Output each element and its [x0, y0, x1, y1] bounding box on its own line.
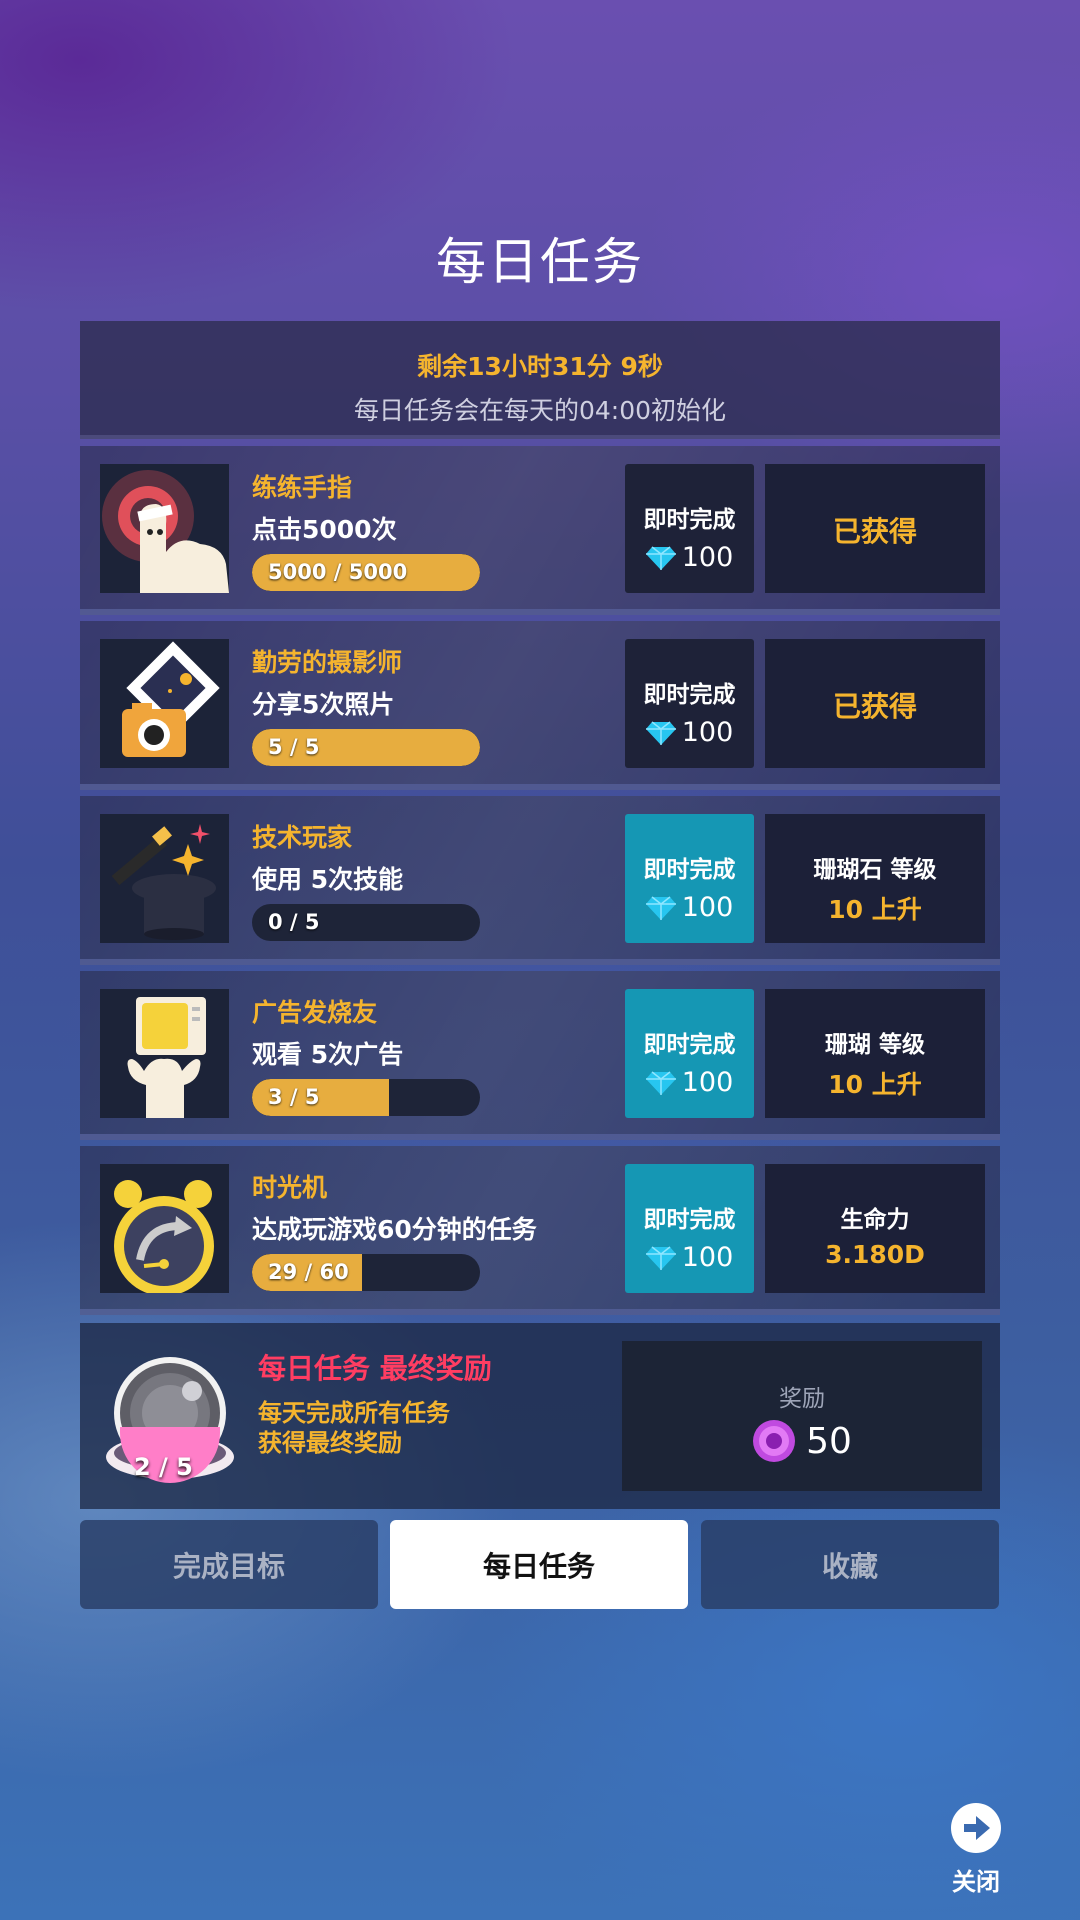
progress-text: 3 / 5: [268, 1085, 320, 1109]
progress-bar: 29 / 60: [252, 1254, 480, 1291]
final-reward-desc: 获得最终奖励: [258, 1429, 402, 1457]
progress-text: 5000 / 5000: [268, 560, 408, 584]
diamond-icon: [645, 1070, 676, 1096]
task-row: 广告发烧友 观看 5次广告 3 / 5 即时完成 100 珊瑚 等级 10 上升: [80, 971, 1000, 1140]
tv-watch-icon: [100, 989, 229, 1118]
instant-complete-button[interactable]: 即时完成 100: [625, 464, 754, 593]
instant-cost: 100: [681, 542, 734, 573]
task-name: 练练手指: [252, 473, 353, 502]
task-desc: 点击5000次: [252, 515, 397, 544]
instant-cost: 100: [681, 1067, 734, 1098]
finger-tap-icon: [100, 464, 229, 593]
task-row: 勤劳的摄影师 分享5次照片 5 / 5 即时完成 100 已获得: [80, 621, 1000, 790]
task-desc: 达成玩游戏60分钟的任务: [252, 1215, 537, 1244]
diamond-icon: [645, 720, 676, 746]
instant-cost: 100: [681, 892, 734, 923]
instant-label: 即时完成: [643, 682, 736, 708]
final-reward-amount: 50: [806, 1420, 852, 1462]
reward-box: 生命力 3.180D: [765, 1164, 985, 1293]
magic-hat-icon: [100, 814, 229, 943]
final-reward-panel: 2 / 5 每日任务 最终奖励 每天完成所有任务 获得最终奖励 奖励 50: [80, 1323, 1000, 1509]
instant-complete-button[interactable]: 即时完成 100: [625, 1164, 754, 1293]
task-name: 技术玩家: [252, 823, 353, 852]
tab-daily-tasks[interactable]: 每日任务: [390, 1520, 688, 1609]
reward-amount: 10 上升: [828, 895, 922, 924]
final-reward-label: 奖励: [779, 1386, 825, 1412]
reward-claimed: 已获得: [832, 690, 917, 723]
instant-cost: 100: [681, 1242, 734, 1273]
task-name: 广告发烧友: [252, 998, 378, 1027]
timer-remaining: 剩余13小时31分 9秒: [417, 352, 663, 381]
progress-bar: 0 / 5: [252, 904, 480, 941]
close-button[interactable]: 关闭: [946, 1802, 1006, 1897]
timer-reset-note: 每日任务会在每天的04:00初始化: [353, 396, 727, 425]
instant-complete-button[interactable]: 即时完成 100: [625, 989, 754, 1118]
reward-type: 珊瑚 等级: [824, 1032, 925, 1058]
progress-text: 5 / 5: [268, 735, 320, 759]
task-row: 练练手指 点击5000次 5000 / 5000 即时完成 100 已获得: [80, 446, 1000, 615]
instant-label: 即时完成: [643, 507, 736, 533]
task-desc: 分享5次照片: [252, 690, 395, 719]
final-reward-title: 每日任务 最终奖励: [258, 1352, 492, 1385]
camera-photo-icon: [100, 639, 229, 768]
diamond-icon: [645, 545, 676, 571]
reward-amount: 10 上升: [828, 1070, 922, 1099]
timer-panel: 剩余13小时31分 9秒 每日任务会在每天的04:00初始化: [80, 321, 1000, 439]
task-row: 技术玩家 使用 5次技能 0 / 5 即时完成 100 珊瑚石 等级 10 上升: [80, 796, 1000, 965]
final-reward-box[interactable]: 奖励 50: [622, 1341, 982, 1491]
close-label: 关闭: [952, 1868, 1000, 1896]
alarm-clock-icon: [100, 1164, 229, 1293]
reward-claimed: 已获得: [832, 515, 917, 548]
page-title: 每日任务: [436, 233, 644, 291]
purple-orb-icon: [752, 1419, 796, 1463]
final-progress-count: 2 / 5: [134, 1453, 193, 1481]
task-name: 时光机: [252, 1173, 328, 1202]
instant-complete-button[interactable]: 即时完成 100: [625, 814, 754, 943]
task-name: 勤劳的摄影师: [252, 648, 403, 677]
diamond-icon: [645, 1245, 676, 1271]
reward-box[interactable]: 已获得: [765, 464, 985, 593]
reward-type: 生命力: [840, 1207, 910, 1233]
tab-goals[interactable]: 完成目标: [80, 1520, 378, 1609]
progress-bar: 3 / 5: [252, 1079, 480, 1116]
reward-type: 珊瑚石 等级: [813, 857, 937, 883]
instant-complete-button[interactable]: 即时完成 100: [625, 639, 754, 768]
progress-text: 29 / 60: [268, 1260, 349, 1284]
progress-bar: 5 / 5: [252, 729, 480, 766]
arrow-right-icon: [946, 1802, 1006, 1854]
tab-collection[interactable]: 收藏: [701, 1520, 999, 1609]
instant-label: 即时完成: [643, 1032, 736, 1058]
tab-bar: 完成目标 每日任务 收藏: [80, 1520, 1000, 1609]
reward-box: 珊瑚石 等级 10 上升: [765, 814, 985, 943]
reward-box: 珊瑚 等级 10 上升: [765, 989, 985, 1118]
reward-amount: 3.180D: [825, 1240, 925, 1269]
task-row: 时光机 达成玩游戏60分钟的任务 29 / 60 即时完成 100 生命力 3.…: [80, 1146, 1000, 1315]
instant-cost: 100: [681, 717, 734, 748]
task-desc: 观看 5次广告: [252, 1040, 404, 1069]
diamond-icon: [645, 895, 676, 921]
instant-label: 即时完成: [643, 857, 736, 883]
instant-label: 即时完成: [643, 1207, 736, 1233]
task-desc: 使用 5次技能: [252, 865, 404, 894]
reward-box[interactable]: 已获得: [765, 639, 985, 768]
progress-bar: 5000 / 5000: [252, 554, 480, 591]
progress-text: 0 / 5: [268, 910, 320, 934]
